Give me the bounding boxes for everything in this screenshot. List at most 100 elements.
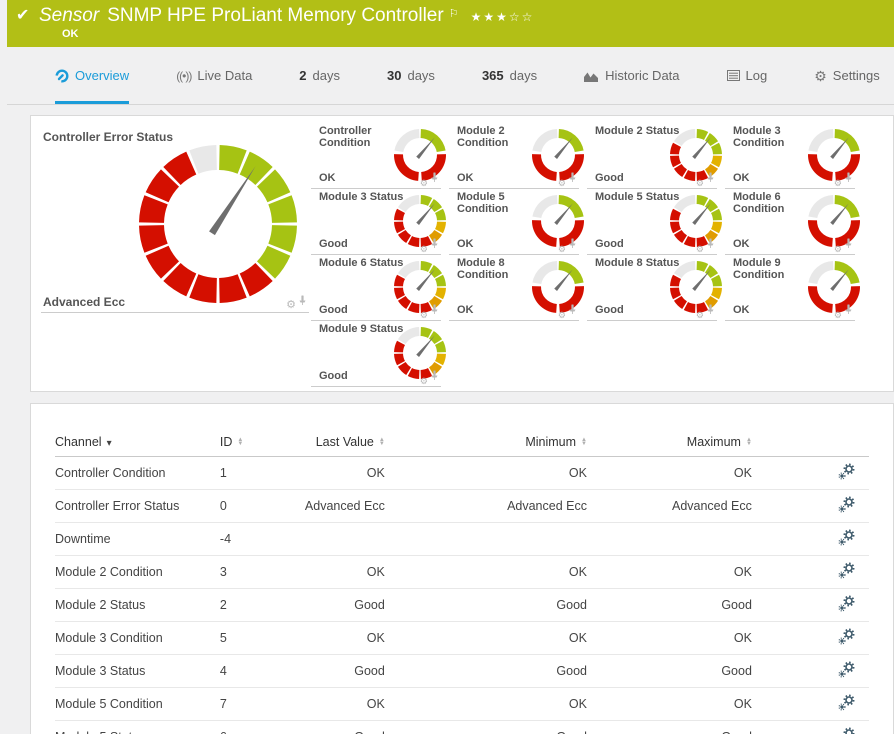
gauge-settings-gear-icon[interactable]: ⚙	[420, 311, 428, 320]
gauge-pin-icon[interactable]	[706, 301, 715, 319]
cell-id: 3	[219, 555, 279, 589]
gauge-pin-icon[interactable]	[706, 169, 715, 187]
cell-channel[interactable]: Module 3 Status	[55, 654, 220, 688]
sort-updown-icon: ▲ ▼	[745, 437, 752, 447]
gauge-settings-gear-icon[interactable]: ⚙	[696, 179, 704, 188]
tab-live-data[interactable]: ((•)) Live Data	[176, 47, 252, 104]
gauge-settings-gear-icon[interactable]: ⚙	[558, 311, 566, 320]
cell-channel[interactable]: Module 3 Condition	[55, 621, 220, 655]
channel-settings-button[interactable]	[751, 654, 869, 688]
column-header-maximum[interactable]: Maximum ▲ ▼	[586, 426, 752, 457]
gauge-pin-icon[interactable]	[844, 169, 853, 187]
gauge-pin-icon[interactable]	[568, 235, 577, 253]
channel-settings-gears-icon	[838, 562, 855, 579]
gauge-settings-gear-icon[interactable]: ⚙	[696, 311, 704, 320]
gauge-cell-controller-condition[interactable]: Controller Condition OK ⚙	[311, 123, 446, 189]
gauge-settings-gear-icon[interactable]: ⚙	[558, 245, 566, 254]
cell-maximum: OK	[586, 621, 752, 655]
gauge-title: Module 2 Status	[595, 125, 680, 137]
channel-settings-button[interactable]	[751, 555, 869, 589]
cell-last-value	[278, 522, 385, 556]
channel-settings-button[interactable]	[751, 522, 869, 556]
gauge-pin-icon[interactable]	[430, 301, 439, 319]
gauge-cell-module-8-status[interactable]: Module 8 Status Good ⚙	[587, 255, 722, 321]
empty-gauge-cell	[725, 321, 855, 387]
gauge-cell-module-6-status[interactable]: Module 6 Status Good ⚙	[311, 255, 446, 321]
gauge-settings-gear-icon[interactable]: ⚙	[420, 245, 428, 254]
gauge-pin-icon[interactable]	[568, 169, 577, 187]
table-row: Controller Condition 1 OK OK OK	[55, 456, 869, 490]
gauge-settings-gear-icon[interactable]: ⚙	[834, 311, 842, 320]
column-header-id[interactable]: ID ▲ ▼	[219, 426, 279, 457]
gauge-pin-icon[interactable]	[706, 235, 715, 253]
column-header-last-value[interactable]: Last Value ▲ ▼	[278, 426, 385, 457]
gauge-cell-module-5-status[interactable]: Module 5 Status Good ⚙	[587, 189, 722, 255]
gauge-value: Good	[319, 370, 348, 382]
tab-days-365[interactable]: 365 days	[482, 47, 537, 104]
gauge-cell-module-5-condition[interactable]: Module 5 Condition OK ⚙	[449, 189, 584, 255]
gauge-title: Module 6 Status	[319, 257, 404, 269]
gauge-pin-icon[interactable]	[430, 169, 439, 187]
gauge-cell-module-9-condition[interactable]: Module 9 Condition OK ⚙	[725, 255, 860, 321]
cell-channel[interactable]: Downtime	[55, 522, 220, 556]
cell-maximum: OK	[586, 687, 752, 721]
gauge-value: OK	[457, 238, 474, 250]
channel-settings-button[interactable]	[751, 489, 869, 523]
gauge-settings-gear-icon[interactable]: ⚙	[696, 245, 704, 254]
gear-icon: ⚙	[814, 67, 827, 84]
gauge-settings-gear-icon[interactable]: ⚙	[834, 245, 842, 254]
priority-stars[interactable]: ★★★☆☆	[471, 5, 535, 29]
gauge-cell-module-3-status[interactable]: Module 3 Status Good ⚙	[311, 189, 446, 255]
page-title: SNMP HPE ProLiant Memory Controller	[107, 5, 444, 26]
tab-overview[interactable]: Overview	[55, 47, 130, 104]
channel-settings-gears-icon	[838, 628, 855, 645]
cell-minimum: OK	[384, 456, 587, 490]
gauge-pin-icon[interactable]	[298, 292, 307, 310]
gauge-pin-icon[interactable]	[430, 367, 439, 385]
channel-settings-button[interactable]	[751, 621, 869, 655]
cell-channel[interactable]: Module 5 Status	[55, 720, 220, 734]
tab-log[interactable]: Log	[726, 47, 767, 104]
channel-settings-button[interactable]	[751, 456, 869, 490]
gauge-icon	[55, 68, 69, 83]
small-gauges-grid: Controller Condition OK ⚙ Module 2 Conditio…	[311, 123, 863, 387]
primary-gauge-cell[interactable]: Controller Error Status Advanced Ecc ⚙	[41, 124, 309, 313]
gauge-cell-module-6-condition[interactable]: Module 6 Condition OK ⚙	[725, 189, 860, 255]
gauge-cell-module-8-condition[interactable]: Module 8 Condition OK ⚙	[449, 255, 584, 321]
gauge-settings-gear-icon[interactable]: ⚙	[420, 377, 428, 386]
gauge-cell-module-9-status[interactable]: Module 9 Status Good ⚙	[311, 321, 446, 387]
column-header-channel[interactable]: Channel ▾	[55, 426, 220, 457]
channel-settings-button[interactable]	[751, 588, 869, 622]
gauge-cell-module-3-condition[interactable]: Module 3 Condition OK ⚙	[725, 123, 860, 189]
gauge-settings-gear-icon[interactable]: ⚙	[286, 300, 296, 311]
channel-settings-button[interactable]	[751, 687, 869, 721]
tab-days-2[interactable]: 2 days	[299, 47, 340, 104]
cell-channel[interactable]: Module 2 Status	[55, 588, 220, 622]
gauge-cell-module-2-status[interactable]: Module 2 Status Good ⚙	[587, 123, 722, 189]
sensor-status-badge: OK	[62, 28, 79, 40]
tab-days-30[interactable]: 30 days	[387, 47, 435, 104]
channel-settings-button[interactable]	[751, 720, 869, 734]
gauge-settings-gear-icon[interactable]: ⚙	[420, 179, 428, 188]
empty-gauge-cell	[449, 321, 579, 387]
gauge-cell-module-2-condition[interactable]: Module 2 Condition OK ⚙	[449, 123, 584, 189]
gauge-pin-icon[interactable]	[568, 301, 577, 319]
tab-historic-data[interactable]: Historic Data	[584, 47, 680, 104]
gauge-pin-icon[interactable]	[844, 235, 853, 253]
column-header-minimum[interactable]: Minimum ▲ ▼	[384, 426, 587, 457]
cell-channel[interactable]: Module 2 Condition	[55, 555, 220, 589]
cell-minimum: OK	[384, 687, 587, 721]
gauge-pin-icon[interactable]	[844, 301, 853, 319]
cell-channel[interactable]: Module 5 Condition	[55, 687, 220, 721]
gauge-value: OK	[457, 172, 474, 184]
gauge-settings-gear-icon[interactable]: ⚙	[558, 179, 566, 188]
tab-settings[interactable]: ⚙ Settings	[814, 47, 880, 104]
cell-channel[interactable]: Controller Condition	[55, 456, 220, 490]
cell-channel[interactable]: Controller Error Status	[55, 489, 220, 523]
priority-flag-icon[interactable]: ⚐	[449, 2, 459, 26]
gauge-settings-gear-icon[interactable]: ⚙	[834, 179, 842, 188]
gauge-pin-icon[interactable]	[430, 235, 439, 253]
cell-minimum: Advanced Ecc	[384, 489, 587, 523]
cell-maximum	[586, 522, 752, 556]
log-icon	[726, 70, 740, 81]
